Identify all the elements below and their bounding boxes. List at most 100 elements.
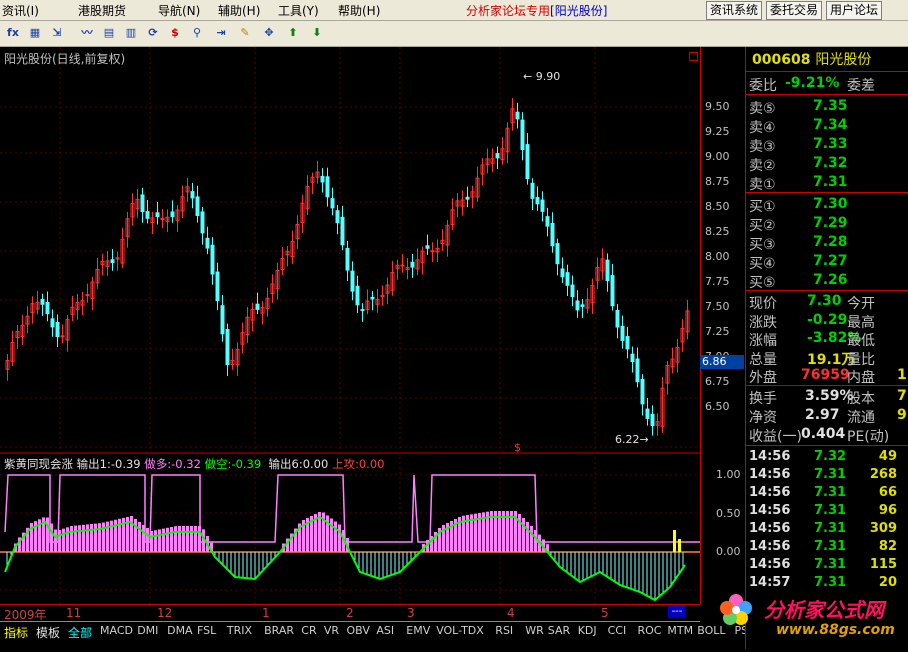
divider [746,94,908,95]
toolbar: fx ▦ ⇲ 〰 ▤ ▥ ⟳ $ ⚲ ⇥ ✎ ✥ ⬆ ⬇ [0,21,908,47]
candle-body [640,378,645,405]
grid-icon[interactable]: ▥ [122,24,140,42]
fund-row: 收益(一) 0.404 PE(动) [749,426,889,445]
tab-trix[interactable]: TRIX [227,624,252,637]
more-button[interactable]: --- [668,605,686,618]
menu-item-hk-futures[interactable]: 港股期货 [78,2,126,19]
candle-body [45,302,50,315]
quote-label: 净资 [749,410,777,426]
menu-item-info[interactable]: 资讯(I) [2,2,39,19]
import-icon[interactable]: ⇥ [212,24,230,42]
low-price-label: 6.22→ [615,433,649,446]
trade-button[interactable]: 委托交易 [766,1,823,20]
tick-row: 14:56 7.31 96 [749,503,897,521]
down-arrow-icon[interactable]: ⬇ [308,24,326,42]
hist-bar [70,526,73,552]
month-label: 2 [346,606,354,620]
candle-body [425,245,430,249]
chart-icon[interactable]: ▦ [26,24,44,42]
hist-bar [178,526,181,552]
tab-asi[interactable]: ASI [376,624,394,637]
tick-price: 7.31 [814,467,847,482]
line-chart-icon[interactable]: 〰 [78,24,96,42]
menu-item-tools[interactable]: 工具(Y) [278,2,319,19]
quote-label: 今开 [847,296,875,312]
quote-label: 卖④ [749,120,776,136]
price-tick-label: 7.50 [705,300,730,313]
menu-item-help[interactable]: 帮助(H) [338,2,380,19]
tab-全部[interactable]: 全部 [68,624,92,641]
quote-value: 7.35 [813,98,848,114]
tab-vr[interactable]: VR [324,624,339,637]
month-label: 11 [66,606,82,620]
candle-body [630,353,635,363]
tab-brar[interactable]: BRAR [264,624,294,637]
dollar-icon[interactable]: $ [166,24,184,42]
info-system-button[interactable]: 资讯系统 [706,1,763,20]
quote-label: 涨幅 [749,333,777,349]
tab-wr[interactable]: WR [525,624,544,637]
pencil-icon[interactable]: ✎ [236,24,254,42]
divider [746,445,908,446]
brand-label: 分析家论坛专用[阳光股份] [466,4,608,18]
tab-rsi[interactable]: RSI [495,624,513,637]
tab-roc[interactable]: ROC [638,624,662,637]
tab-kdj[interactable]: KDJ [578,624,597,637]
date-axis: 2009年 11 12 1 2 3 4 5 [0,604,700,622]
hist-bar [194,526,197,552]
tab-cci[interactable]: CCI [608,624,627,637]
month-label: 3 [407,606,415,620]
hist-bar [150,531,153,552]
chart-panel[interactable]: ← 9.90 6.22→ $ [0,47,700,604]
quote-label: 总量 [749,351,777,368]
tab-mtm[interactable]: MTM [667,624,693,637]
candle-body [615,309,620,328]
menu-bar: 资讯(I) 港股期货 导航(N) 辅助(H) 工具(Y) 帮助(H) 分析家论坛… [0,0,908,21]
candle-body [580,304,585,307]
forum-button[interactable]: 用户论坛 [826,1,883,20]
tab-macd[interactable]: MACD [100,624,133,637]
weibi-row: 委比 -9.21% 委差 [749,75,875,94]
quote-label: 外盘 [749,370,777,386]
candle-body [195,196,200,216]
tab-模板[interactable]: 模板 [36,624,60,641]
up-arrow-icon[interactable]: ⬆ [284,24,302,42]
tab-vol-tdx[interactable]: VOL-TDX [436,624,484,637]
fx-icon[interactable]: fx [4,24,22,42]
price-tick-label: 8.50 [705,200,730,213]
rsi-icon[interactable]: ▤ [100,24,118,42]
menu-item-assist[interactable]: 辅助(H) [218,2,260,19]
tab-emv[interactable]: EMV [406,624,430,637]
hist-bar [66,527,69,552]
close-icon[interactable] [689,52,698,61]
stock-name: 阳光股份 [815,52,872,68]
quote-label: 买② [749,218,776,234]
tab-cr[interactable]: CR [301,624,316,637]
quote-value: 7.31 [813,174,848,190]
fund-row: 净资 2.97 流通 9 [749,407,907,426]
tab-指标[interactable]: 指标 [4,624,28,641]
hist-bar [530,526,533,552]
price-tick-label: 8.00 [705,250,730,263]
menu-item-navigate[interactable]: 导航(N) [158,2,200,19]
quote-label: 卖① [749,177,776,193]
candle-body [575,300,580,311]
tick-row: 14:56 7.31 309 [749,521,897,539]
candle-body [515,111,520,120]
chart-title: 阳光股份(日线,前复权) [4,52,126,66]
quote-label: 卖⑤ [749,101,776,117]
refresh-icon[interactable]: ⟳ [144,24,162,42]
indicator-name: 紫黄同现会涨 [4,457,73,471]
price-chart[interactable]: ← 9.90 6.22→ $ [0,47,700,604]
tab-sar[interactable]: SAR [548,624,570,637]
exit-icon[interactable]: ⇲ [48,24,66,42]
tab-fsl[interactable]: FSL [197,624,216,637]
move-icon[interactable]: ✥ [260,24,278,42]
link-icon[interactable]: ⚲ [188,24,206,42]
indicator-out6: 输出6:0.00 [268,457,329,471]
candle-body [210,244,215,275]
hist-bar [190,526,193,552]
tab-dmi[interactable]: DMI [137,624,158,637]
tab-dma[interactable]: DMA [167,624,193,637]
tab-obv[interactable]: OBV [347,624,370,637]
